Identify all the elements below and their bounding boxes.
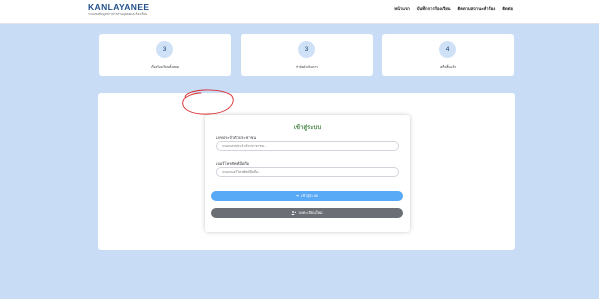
stat-label: เสร็จสิ้นแล้ว	[439, 65, 457, 69]
stat-card-completed: 4 เสร็จสิ้นแล้ว	[382, 34, 514, 76]
stat-count-badge: 3	[156, 41, 173, 58]
nav-item-contact[interactable]: ติดต่อ	[502, 5, 513, 12]
stat-count-badge: 4	[439, 41, 456, 58]
login-arrow-icon: ➜	[295, 193, 300, 198]
login-button-label: เข้าสู่ระบบ	[301, 194, 319, 198]
stat-label: เรื่องร้องเรียนทั้งหมด	[150, 65, 180, 69]
top-navbar: KANLAYANEE ระบบขอข้อมูลข่าวสารส่วนบุคคลแ…	[0, 0, 599, 24]
nav-item-home[interactable]: หน้าแรก	[394, 5, 409, 12]
login-card: เข้าสู่ระบบ เลขประจำตัวประชาชน เบอร์โทรศ…	[205, 115, 410, 232]
id-card-input[interactable]	[216, 141, 399, 151]
main-nav: หน้าแรก บันทึกการร้องเรียน ติดตามสถานะคำ…	[394, 5, 513, 12]
main-panel: เข้าสู่ระบบ เลขประจำตัวประชาชน เบอร์โทรศ…	[98, 93, 515, 250]
stat-card-in-progress: 3 กำลังดำเนินการ	[241, 34, 373, 76]
user-plus-icon	[291, 208, 297, 218]
login-title: เข้าสู่ระบบ	[293, 125, 322, 131]
phone-label: เบอร์โทรศัพท์มือถือ	[216, 161, 250, 166]
stat-card-total: 3 เรื่องร้องเรียนทั้งหมด	[99, 34, 231, 76]
phone-input[interactable]	[216, 167, 399, 177]
stat-count-badge: 3	[298, 41, 315, 58]
nav-item-track-status[interactable]: ติดตามสถานะคำร้อง	[458, 5, 496, 12]
brand-name[interactable]: KANLAYANEE	[88, 2, 149, 12]
register-button-label: ลงทะเบียนใหม่	[298, 211, 323, 215]
id-card-label: เลขประจำตัวประชาชน	[216, 135, 257, 140]
stat-label: กำลังดำเนินการ	[296, 65, 318, 69]
nav-item-record-complaint[interactable]: บันทึกการร้องเรียน	[417, 5, 451, 12]
register-button[interactable]: ลงทะเบียนใหม่	[211, 208, 403, 218]
brand[interactable]: KANLAYANEE ระบบขอข้อมูลข่าวสารส่วนบุคคลแ…	[88, 2, 149, 17]
brand-subtitle: ระบบขอข้อมูลข่าวสารส่วนบุคคลและร้องเรียน	[88, 12, 148, 16]
login-button[interactable]: ➜ เข้าสู่ระบบ	[211, 191, 403, 201]
